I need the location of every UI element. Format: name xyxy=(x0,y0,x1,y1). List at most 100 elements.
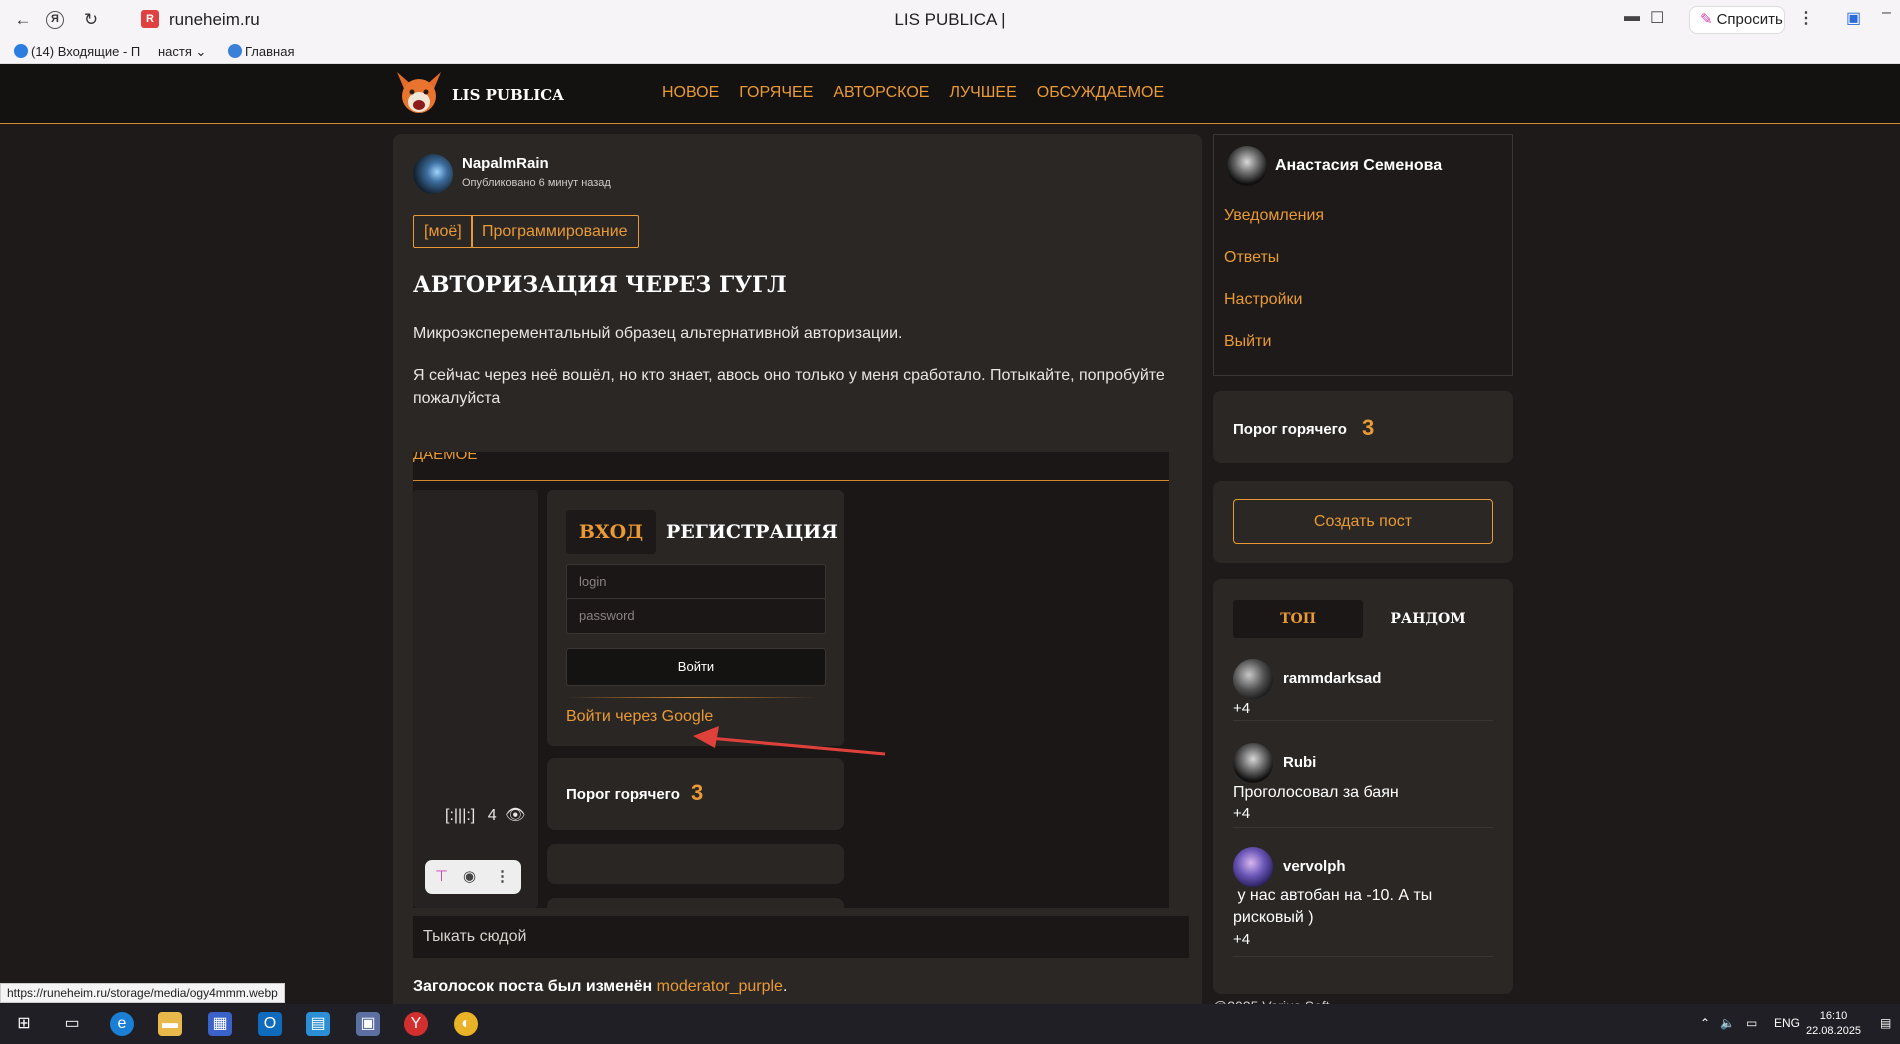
bookmark-home[interactable]: Главная xyxy=(228,44,294,59)
post-paragraph: Микроэксперементальный образец альтернат… xyxy=(413,325,903,342)
fox-logo-icon[interactable] xyxy=(393,68,445,120)
feed-avatar[interactable] xyxy=(1233,847,1273,887)
embed-hot-label: Порог горячего xyxy=(566,786,680,803)
folder-icon[interactable]: ▬ xyxy=(158,1012,182,1036)
main-nav: НОВОЕ ГОРЯЧЕЕ АВТОРСКОЕ ЛУЧШЕЕ ОБСУЖДАЕМ… xyxy=(662,84,1164,102)
outlook-icon[interactable]: O xyxy=(258,1012,282,1036)
feed-comment[interactable]: у нас автобан на -10. А ты рисковый ) xyxy=(1233,885,1493,929)
camera-icon[interactable]: ◉ xyxy=(463,867,476,885)
activity-feed: ТОП РАНДОМ rammdarksad +4 Rubi Проголосо… xyxy=(1213,579,1513,994)
notifications-icon[interactable]: ▤ xyxy=(1880,1016,1891,1030)
nav-discussed[interactable]: ОБСУЖДАЕМОЕ xyxy=(1037,84,1164,102)
link-replies[interactable]: Ответы xyxy=(1224,249,1279,267)
feed-avatar[interactable] xyxy=(1233,743,1273,783)
create-post-button[interactable]: Создать пост xyxy=(1233,499,1493,544)
user-avatar[interactable] xyxy=(1227,146,1267,186)
store-icon[interactable]: ▦ xyxy=(208,1012,232,1036)
text-extract-icon[interactable]: ⊤ xyxy=(435,867,448,885)
ask-button[interactable]: ✎ Спросить xyxy=(1689,6,1785,34)
embed-tab-register: РЕГИСТРАЦИЯ xyxy=(666,521,838,543)
user-panel: Анастасия Семенова Уведомления Ответы На… xyxy=(1213,134,1513,376)
post-title[interactable]: АВТОРИЗАЦИЯ ЧЕРЕЗ ГУГЛ xyxy=(413,272,787,298)
post-image[interactable]: ДАЕМОЕ [:|||:] 4 👁 ВХОД РЕГИСТРАЦИЯ logi… xyxy=(413,452,1169,908)
feed-divider xyxy=(1233,827,1493,828)
taskbar: ⊞ ▭ e ▬ ▦ O ▤ ▣ Y ◐ ⌃ 🔈 ▭ ENG 16:10 22.0… xyxy=(0,1004,1900,1044)
feed-comment[interactable]: Проголосовал за баян xyxy=(1233,782,1493,804)
language-indicator[interactable]: ENG xyxy=(1774,1016,1800,1030)
views-counter: [:|||:] 4 👁 xyxy=(445,805,525,825)
views-count: 4 xyxy=(487,807,497,824)
pen-icon: ✎ xyxy=(1700,11,1713,28)
post-card: NapalmRain Опубликовано 6 минут назад [м… xyxy=(393,134,1202,1014)
nav-author[interactable]: АВТОРСКОЕ xyxy=(833,84,929,102)
embed-divider xyxy=(413,480,1169,481)
clock-date: 22.08.2025 xyxy=(1806,1025,1862,1037)
edit-notice-dot: . xyxy=(782,978,788,995)
feed-username[interactable]: vervolph xyxy=(1283,858,1346,875)
windows-start-icon[interactable]: ⊞ xyxy=(12,1012,36,1036)
window-min-icon[interactable]: – xyxy=(1882,4,1891,22)
tab-title: LIS PUBLICA | xyxy=(894,10,1006,29)
tab-random[interactable]: РАНДОМ xyxy=(1363,600,1493,638)
bookmark-inbox[interactable]: (14) Входящие - П xyxy=(14,44,140,59)
embed-hot-value: 3 xyxy=(691,780,704,805)
app-icon[interactable]: ▤ xyxy=(306,1012,330,1036)
chevron-down-icon: ⌄ xyxy=(195,44,207,59)
tag-moe[interactable]: [моё] xyxy=(413,215,473,248)
browser-toolbar: ← Я ↻ R runeheim.ru LIS PUBLICA | ▬ ☐ ✎ С… xyxy=(0,0,1900,40)
embed-stub-panel xyxy=(547,844,844,884)
link-settings[interactable]: Настройки xyxy=(1224,291,1302,309)
embed-login-panel: ВХОД РЕГИСТРАЦИЯ login password Войти Во… xyxy=(547,490,844,746)
embed-submit-button: Войти xyxy=(566,648,826,686)
menu-dots-icon[interactable]: ⋮ xyxy=(1798,8,1814,28)
nav-best[interactable]: ЛУЧШЕЕ xyxy=(949,84,1016,102)
clock-time: 16:10 xyxy=(1819,1010,1848,1022)
remote-desktop-icon[interactable]: ▣ xyxy=(356,1012,380,1036)
hot-threshold-value: 3 xyxy=(1362,415,1375,440)
embed-stub-panel xyxy=(547,898,844,908)
bookmark-label: (14) Входящие - П xyxy=(31,44,141,59)
nav-new[interactable]: НОВОЕ xyxy=(662,84,719,102)
extension-icon[interactable]: ▣ xyxy=(1846,8,1861,28)
feed-divider xyxy=(1233,720,1493,721)
tab-top[interactable]: ТОП xyxy=(1233,600,1363,638)
mail-icon xyxy=(14,44,28,58)
more-dots-icon[interactable]: ⋮ xyxy=(495,867,510,885)
fox-app-icon[interactable]: ◐ xyxy=(454,1012,478,1036)
bookmark-folder[interactable]: настя ⌄ xyxy=(158,44,206,60)
yandex-browser-icon[interactable]: Y xyxy=(404,1012,428,1036)
tray-chevron-icon[interactable]: ⌃ xyxy=(1700,1016,1710,1030)
feed-username[interactable]: rammdarksad xyxy=(1283,670,1381,687)
feed-score: +4 xyxy=(1233,805,1251,822)
clock[interactable]: 16:10 22.08.2025 xyxy=(1806,1009,1861,1039)
embed-nav-fragment: ДАЕМОЕ xyxy=(413,452,478,463)
link-logout[interactable]: Выйти xyxy=(1224,333,1271,351)
edge-icon[interactable]: e xyxy=(110,1012,134,1036)
nav-hot[interactable]: ГОРЯЧЕЕ xyxy=(739,84,813,102)
logo-text[interactable]: LIS PUBLICA xyxy=(452,86,564,104)
edit-notice: Заголосок поста был изменён moderator_pu… xyxy=(413,978,787,996)
comment-icon[interactable]: ▬ xyxy=(1624,8,1640,26)
edit-notice-text: Заголосок поста был изменён xyxy=(413,978,653,995)
feed-avatar[interactable] xyxy=(1233,659,1273,699)
feed-username[interactable]: Rubi xyxy=(1283,754,1316,771)
bookmark-icon[interactable]: ☐ xyxy=(1650,8,1664,28)
moderator-link[interactable]: moderator_purple xyxy=(657,978,783,995)
status-bar-url: https://runeheim.ru/storage/media/ogy4mm… xyxy=(0,983,285,1003)
embed-gradient-divider xyxy=(566,697,816,698)
hot-threshold-box: Порог горячего 3 xyxy=(1213,391,1513,463)
network-icon[interactable]: ▭ xyxy=(1746,1016,1757,1030)
post-paragraph: Я сейчас через неё вошёл, но кто знает, … xyxy=(413,367,1165,407)
ask-label: Спросить xyxy=(1716,11,1783,28)
tag-programming[interactable]: Программирование xyxy=(471,215,639,248)
post-author[interactable]: NapalmRain xyxy=(462,155,549,172)
globe-icon xyxy=(228,44,242,58)
hot-threshold-label: Порог горячего xyxy=(1233,421,1347,438)
link-notifications[interactable]: Уведомления xyxy=(1224,207,1324,225)
author-avatar[interactable] xyxy=(413,154,453,194)
volume-icon[interactable]: 🔈 xyxy=(1720,1016,1735,1030)
user-name[interactable]: Анастасия Семенова xyxy=(1275,157,1442,175)
bookmarks-bar: (14) Входящие - П настя ⌄ Главная xyxy=(0,40,1900,64)
task-view-icon[interactable]: ▭ xyxy=(60,1012,84,1036)
comment-input[interactable]: Тыкать сюдой xyxy=(413,916,1189,958)
